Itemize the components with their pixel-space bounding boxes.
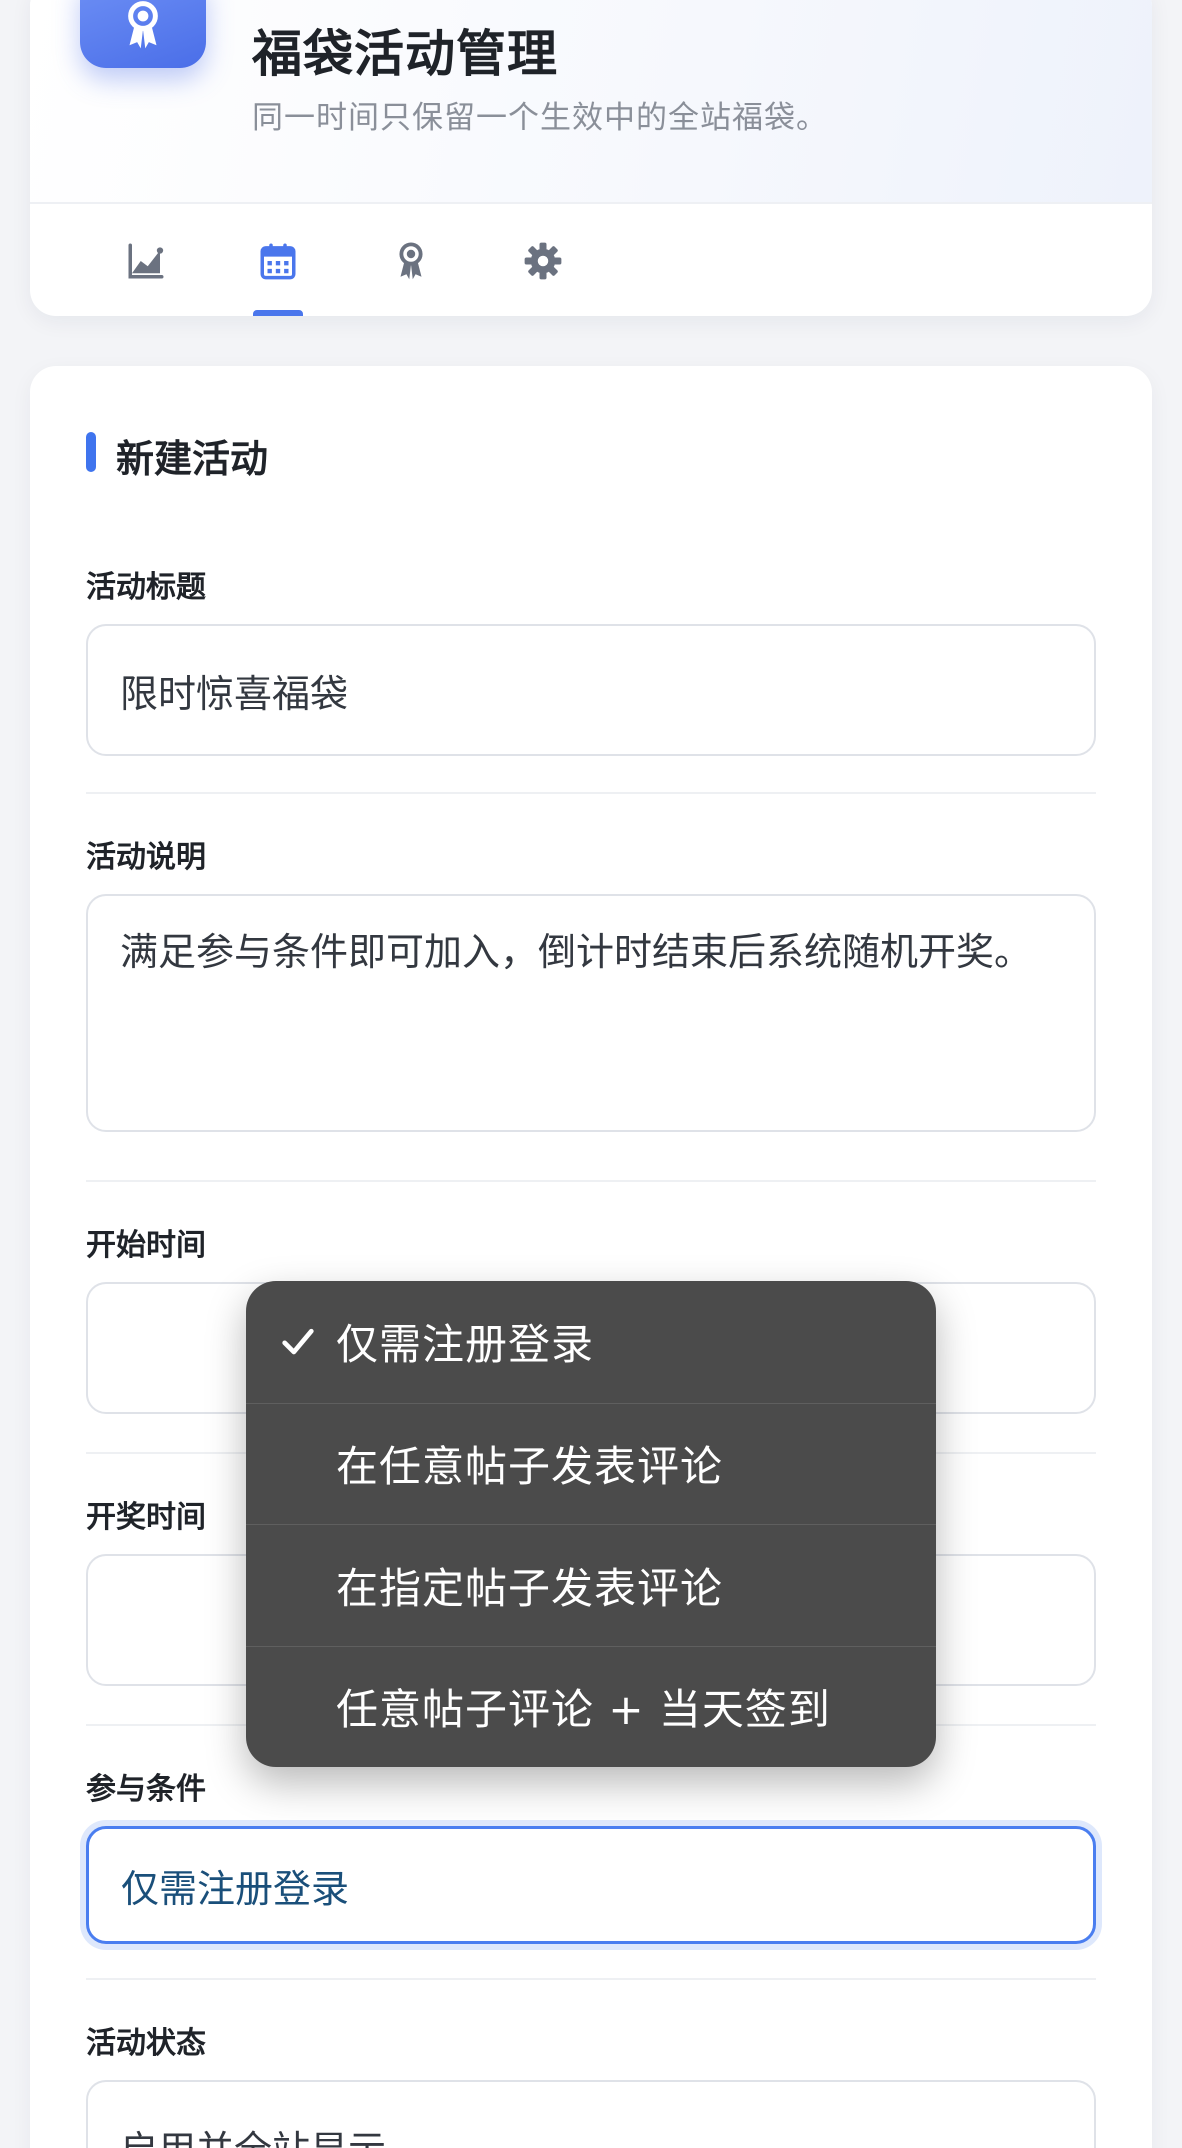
condition-select-value: 仅需注册登录 <box>121 1866 350 1911</box>
divider <box>86 1978 1096 1980</box>
dropdown-option[interactable]: 在任意帖子发表评论 <box>246 1402 936 1525</box>
dropdown-option-label: 任意帖子评论 + 当天签到 <box>336 1685 831 1735</box>
header-card: 福袋活动管理 同一时间只保留一个生效中的全站福袋。 <box>30 0 1152 316</box>
page-subtitle: 同一时间只保留一个生效中的全站福袋。 <box>252 100 828 136</box>
dropdown-option[interactable]: 仅需注册登录 <box>246 1281 936 1403</box>
award-ribbon-icon <box>399 242 423 280</box>
tab-bar <box>30 206 1152 316</box>
active-tab-indicator <box>253 310 303 316</box>
tab-prizes[interactable] <box>371 206 451 316</box>
description-textarea-value: 满足参与条件即可加入，倒计时结束后系统随机开奖。 <box>120 930 1033 974</box>
condition-label: 参与条件 <box>86 1772 206 1807</box>
title-input[interactable]: 限时惊喜福袋 <box>86 624 1096 756</box>
award-ribbon-icon <box>128 1 158 49</box>
tab-statistics[interactable] <box>106 206 186 316</box>
dropdown-option-label: 在指定帖子发表评论 <box>336 1563 724 1613</box>
title-input-value: 限时惊喜福袋 <box>120 671 349 716</box>
title-label: 活动标题 <box>86 570 206 605</box>
description-label: 活动说明 <box>86 840 206 875</box>
start-time-label: 开始时间 <box>86 1228 206 1263</box>
section-accent-bar <box>86 432 96 472</box>
header-banner: 福袋活动管理 同一时间只保留一个生效中的全站福袋。 <box>30 0 1152 204</box>
description-textarea[interactable]: 满足参与条件即可加入，倒计时结束后系统随机开奖。 <box>86 894 1096 1132</box>
chart-area-icon <box>128 243 164 279</box>
tab-settings[interactable] <box>503 206 583 316</box>
page: 福袋活动管理 同一时间只保留一个生效中的全站福袋。 新建活动 活动标题 限时惊喜… <box>0 0 1182 2148</box>
page-title: 福袋活动管理 <box>252 25 558 83</box>
condition-dropdown-menu: 仅需注册登录 在任意帖子发表评论 在指定帖子发表评论 任意帖子评论 + 当天签到 <box>246 1281 936 1767</box>
divider <box>86 792 1096 794</box>
gear-icon <box>524 242 562 280</box>
checkmark-icon <box>282 1328 314 1355</box>
condition-select[interactable]: 仅需注册登录 <box>86 1826 1096 1944</box>
dropdown-option-label: 仅需注册登录 <box>336 1320 595 1370</box>
create-activity-form: 新建活动 活动标题 限时惊喜福袋 活动说明 满足参与条件即可加入，倒计时结束后系… <box>30 366 1152 2148</box>
dropdown-option[interactable]: 任意帖子评论 + 当天签到 <box>246 1645 936 1768</box>
tab-activities[interactable] <box>238 206 318 316</box>
section-title: 新建活动 <box>116 437 269 481</box>
calendar-icon <box>260 243 296 280</box>
status-select-value: 启用并全站显示 <box>120 2119 386 2148</box>
dropdown-option[interactable]: 在指定帖子发表评论 <box>246 1524 936 1646</box>
app-logo <box>80 0 206 68</box>
status-label: 活动状态 <box>86 2026 206 2061</box>
status-select[interactable]: 启用并全站显示 <box>86 2080 1096 2148</box>
dropdown-option-label: 在任意帖子发表评论 <box>336 1442 724 1492</box>
draw-time-label: 开奖时间 <box>86 1500 206 1535</box>
divider <box>86 1180 1096 1182</box>
